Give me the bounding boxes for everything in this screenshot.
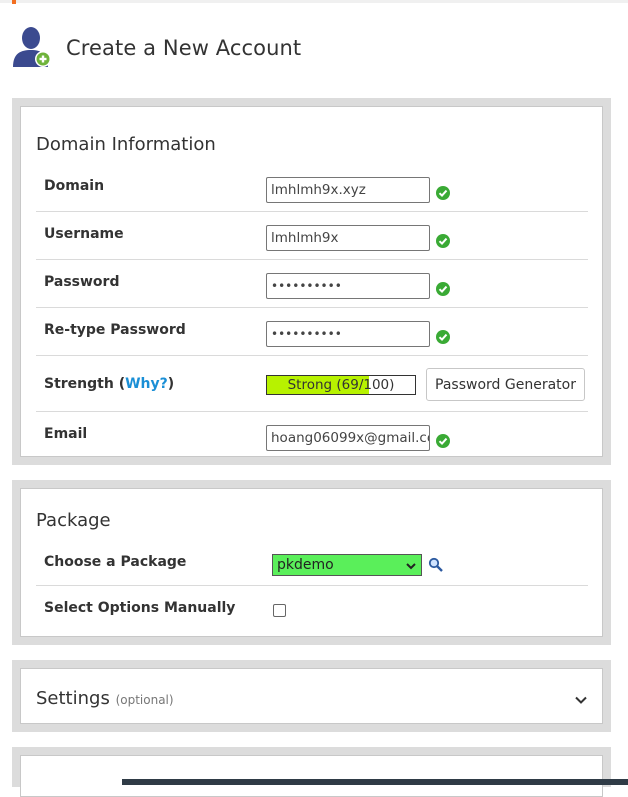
package-title: Package xyxy=(36,510,111,531)
top-accent-line xyxy=(0,0,628,3)
domain-information-card: Domain Information Domain lmhlmh9x.xyz U… xyxy=(20,106,603,457)
user-add-icon xyxy=(12,25,54,71)
package-card: Package Choose a Package pkdemo Select O… xyxy=(20,488,603,637)
why-close-paren: ) xyxy=(167,376,175,392)
bottom-bar xyxy=(122,779,628,785)
username-input[interactable]: lmhlmh9x xyxy=(266,225,430,251)
chevron-down-icon[interactable] xyxy=(574,692,588,706)
why-link[interactable]: Why? xyxy=(125,376,168,392)
username-label: Username xyxy=(44,226,124,242)
chevron-down-icon xyxy=(406,558,416,570)
select-options-label: Select Options Manually xyxy=(44,600,236,616)
domain-label: Domain xyxy=(44,178,105,194)
check-circle-icon xyxy=(436,329,450,344)
password-strength-meter: Strong (69/100) xyxy=(266,375,416,395)
select-options-checkbox[interactable] xyxy=(273,604,286,617)
package-select-value: pkdemo xyxy=(277,557,334,573)
password-generator-button[interactable]: Password Generator xyxy=(426,368,585,401)
settings-optional-text: (optional) xyxy=(115,693,174,707)
select-options-row: Select Options Manually xyxy=(36,586,588,632)
strength-meter-text: Strong (69/100) xyxy=(287,377,395,393)
next-panel-card xyxy=(20,755,603,797)
settings-title: Settings (optional) xyxy=(36,688,174,709)
choose-package-row: Choose a Package pkdemo xyxy=(36,540,588,586)
check-circle-icon xyxy=(436,185,450,200)
magnifier-icon[interactable] xyxy=(428,557,444,573)
strength-row: Strength (Why?) Strong (69/100) Password… xyxy=(36,356,588,412)
password-label: Password xyxy=(44,274,120,290)
package-select[interactable]: pkdemo xyxy=(272,554,422,576)
settings-panel[interactable]: Settings (optional) xyxy=(12,660,611,732)
check-circle-icon xyxy=(436,233,450,248)
domain-input[interactable]: lmhlmh9x.xyz xyxy=(266,177,430,203)
page-header: Create a New Account xyxy=(12,24,301,72)
package-panel: Package Choose a Package pkdemo Select O… xyxy=(12,480,611,645)
domain-information-title: Domain Information xyxy=(36,134,216,155)
strength-label-text: Strength xyxy=(44,376,114,392)
check-circle-icon xyxy=(436,433,450,448)
email-input[interactable]: hoang06099x@gmail.com xyxy=(266,425,430,451)
top-accent-marker xyxy=(12,0,16,4)
check-circle-icon xyxy=(436,281,450,296)
email-row: Email hoang06099x@gmail.com xyxy=(36,412,588,460)
username-row: Username lmhlmh9x xyxy=(36,212,588,260)
password-row: Password •••••••••• xyxy=(36,260,588,308)
retype-password-label: Re-type Password xyxy=(44,322,186,338)
choose-package-label: Choose a Package xyxy=(44,554,187,570)
retype-password-input[interactable]: •••••••••• xyxy=(266,321,430,347)
retype-password-row: Re-type Password •••••••••• xyxy=(36,308,588,356)
domain-information-panel: Domain Information Domain lmhlmh9x.xyz U… xyxy=(12,98,611,465)
settings-card[interactable]: Settings (optional) xyxy=(20,668,603,724)
domain-row: Domain lmhlmh9x.xyz xyxy=(36,164,588,212)
strength-label: Strength (Why?) xyxy=(44,376,174,392)
page-title: Create a New Account xyxy=(66,36,302,60)
settings-title-text: Settings xyxy=(36,688,110,709)
email-label: Email xyxy=(44,426,88,442)
password-input[interactable]: •••••••••• xyxy=(266,273,430,299)
